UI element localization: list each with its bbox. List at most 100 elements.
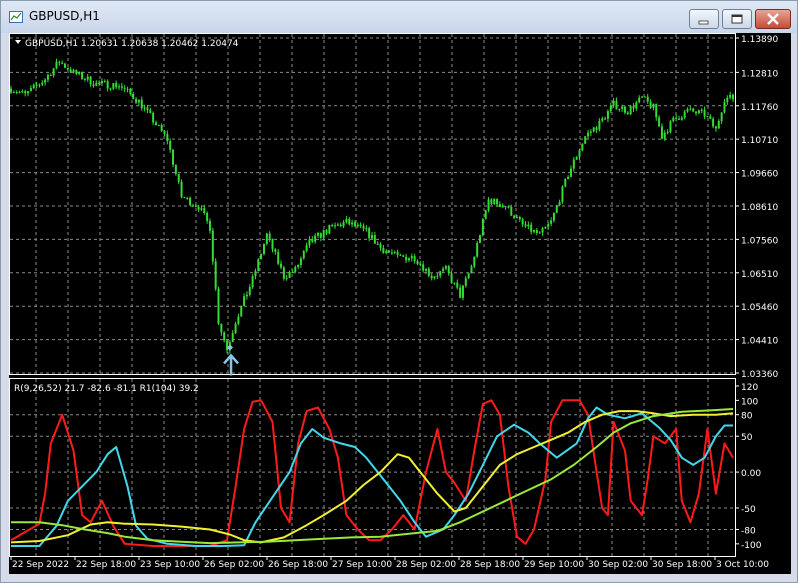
price-candle (706, 115, 709, 118)
price-candle (476, 240, 479, 258)
price-candle (38, 83, 41, 88)
price-candle (564, 178, 567, 188)
candle-body (24, 91, 27, 94)
price-candle (123, 84, 126, 93)
indicator-y-tick-label: 80 (741, 412, 753, 422)
price-candle (527, 221, 530, 230)
candle-body (44, 79, 47, 83)
candle-body (544, 226, 547, 229)
price-candle (376, 241, 379, 246)
candle-body (251, 276, 254, 288)
candle-body (38, 84, 41, 86)
price-candle (393, 250, 396, 254)
price-candle (126, 86, 129, 93)
candle-body (575, 156, 578, 160)
price-candle (160, 123, 163, 133)
price-candle (498, 201, 501, 208)
price-candle (248, 284, 251, 297)
candle-body (547, 223, 550, 227)
price-candle (604, 116, 607, 121)
candle-body (442, 268, 445, 272)
price-candle (24, 89, 27, 97)
candle-body (572, 159, 575, 169)
price-candle (189, 196, 192, 206)
candle-body (396, 251, 399, 255)
indicator-y-tick-label: -80 (741, 526, 756, 536)
price-candle (339, 222, 342, 228)
price-candle (174, 164, 177, 176)
candle-body (390, 252, 393, 254)
candle-body (393, 251, 396, 254)
candle-body (169, 140, 172, 150)
price-candle (365, 224, 368, 232)
price-candle (251, 274, 254, 289)
price-candle (277, 249, 280, 266)
price-candle (672, 116, 675, 123)
candle-body (75, 69, 78, 74)
candle-body (567, 176, 570, 179)
price-candle (544, 226, 547, 229)
candle-body (280, 263, 283, 268)
price-candle (265, 232, 268, 246)
candle-body (689, 108, 692, 110)
candle-body (729, 94, 732, 98)
price-candle (382, 244, 385, 254)
title-bar[interactable]: GBPUSD,H1 (1, 1, 797, 33)
candle-body (513, 215, 516, 219)
candle-body (214, 261, 217, 289)
x-tick-label: 30 Sep 02:00 (588, 560, 648, 570)
candle-body (95, 82, 98, 86)
price-candle (172, 148, 175, 168)
price-candle (646, 93, 649, 104)
candle-body (379, 243, 382, 248)
candle-body (217, 288, 220, 324)
price-candle (405, 253, 408, 264)
candle-body (200, 208, 203, 210)
window-title: GBPUSD,H1 (29, 9, 100, 23)
candle-body (399, 254, 402, 256)
chart-area[interactable]: 1.13890 1.12810 1.11760 1.10710 1.09660 1.086… (9, 33, 791, 574)
price-candle (490, 198, 493, 205)
candle-body (632, 106, 635, 109)
chart-canvas[interactable]: 1.13890 1.12810 1.11760 1.10710 1.09660 1.086… (9, 33, 791, 574)
minimize-button[interactable] (689, 9, 719, 29)
candle-body (282, 267, 285, 279)
candle-body (240, 305, 243, 317)
price-candle (129, 87, 132, 96)
price-candle (680, 115, 683, 121)
candle-body (658, 117, 661, 127)
candle-body (29, 87, 32, 92)
price-candle (632, 103, 635, 112)
candle-body (439, 271, 442, 276)
indicator-y-tick-label: -100 (741, 541, 762, 551)
candle-body (262, 243, 265, 254)
candle-body (299, 258, 302, 266)
price-candle (32, 83, 35, 89)
candle-body (237, 316, 240, 324)
close-button[interactable] (755, 9, 791, 29)
price-candle (305, 242, 308, 253)
candle-body (248, 287, 251, 295)
candle-body (481, 218, 484, 236)
candle-body (46, 75, 49, 80)
candle-body (18, 92, 21, 94)
chart-window-icon (9, 11, 23, 23)
x-tick-label: 26 Sep 02:00 (204, 560, 264, 570)
price-candle (27, 90, 30, 97)
price-candle (186, 196, 189, 200)
price-candle (257, 258, 260, 272)
candle-body (550, 220, 553, 224)
maximize-button[interactable] (722, 9, 752, 29)
price-candle (615, 97, 618, 110)
candle-body (308, 239, 311, 246)
candle-body (584, 136, 587, 144)
candle-body (623, 106, 626, 113)
candle-body (27, 91, 30, 94)
x-tick-label: 27 Sep 10:00 (332, 560, 392, 570)
price-candle (683, 109, 686, 120)
price-candle (550, 217, 553, 227)
candle-body (533, 229, 536, 232)
price-candle (208, 218, 211, 234)
candle-body (683, 111, 686, 118)
price-candle (666, 129, 669, 135)
